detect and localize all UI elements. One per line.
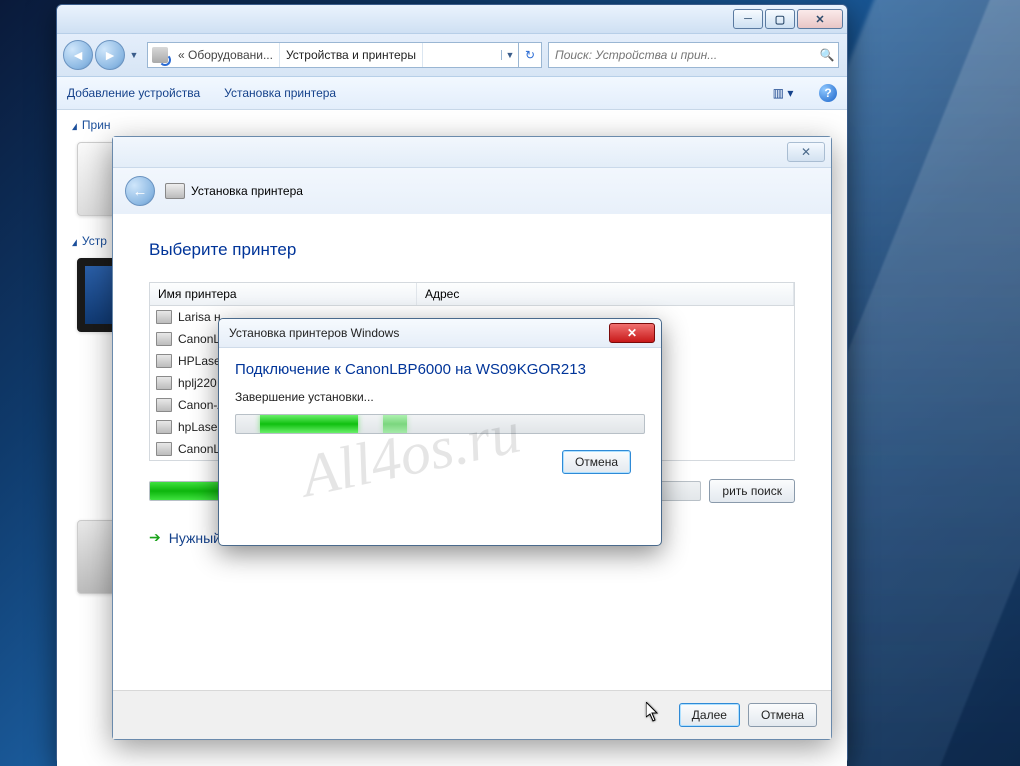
- grid-cell-name: CanonL: [178, 332, 220, 346]
- printer-row-icon: [156, 398, 172, 412]
- printer-row-icon: [156, 310, 172, 324]
- minimize-button[interactable]: ─: [733, 9, 763, 29]
- column-address[interactable]: Адрес: [417, 283, 794, 305]
- help-icon[interactable]: ?: [819, 84, 837, 102]
- progress-title-text: Установка принтеров Windows: [229, 326, 399, 340]
- wizard-title-text: Установка принтера: [191, 184, 303, 198]
- breadcrumb-seg-hardware[interactable]: « Оборудовани...: [172, 43, 280, 67]
- nav-history-dropdown[interactable]: ▼: [127, 41, 141, 69]
- progress-body: Подключение к CanonLBP6000 на WS09KGOR21…: [219, 348, 661, 474]
- refresh-button[interactable]: ↻: [519, 42, 542, 68]
- wizard-back-button[interactable]: ←: [125, 176, 155, 206]
- breadcrumb-seg-devices[interactable]: Устройства и принтеры: [280, 43, 423, 67]
- wizard-footer: Далее Отмена: [113, 690, 831, 739]
- progress-titlebar[interactable]: Установка принтеров Windows ✕: [219, 319, 661, 348]
- explorer-search[interactable]: 🔍: [548, 42, 839, 68]
- printer-row-icon: [156, 332, 172, 346]
- search-input[interactable]: [549, 48, 816, 62]
- wizard-heading: Выберите принтер: [149, 240, 795, 260]
- column-name[interactable]: Имя принтера: [150, 283, 417, 305]
- grid-cell-name: Larisa н: [178, 310, 221, 324]
- explorer-nav-row: ◄ ► ▼ « Оборудовани... Устройства и прин…: [57, 34, 847, 77]
- devices-icon: [152, 47, 168, 63]
- install-progress-dialog: Установка принтеров Windows ✕ Подключени…: [218, 318, 662, 546]
- grid-header: Имя принтера Адрес: [150, 283, 794, 306]
- printer-icon: [165, 183, 185, 199]
- progress-bar: [235, 414, 645, 434]
- toolbar-add-printer[interactable]: Установка принтера: [224, 86, 336, 100]
- breadcrumb-label: Устройства и принтеры: [286, 48, 416, 62]
- wizard-titlebar[interactable]: ✕: [113, 137, 831, 168]
- wizard-close-button[interactable]: ✕: [787, 142, 825, 162]
- progress-status: Завершение установки...: [235, 390, 645, 404]
- printer-row-icon: [156, 376, 172, 390]
- printer-row-icon: [156, 420, 172, 434]
- maximize-button[interactable]: ▢: [765, 9, 795, 29]
- printer-row-icon: [156, 442, 172, 456]
- nav-forward-button[interactable]: ►: [95, 40, 125, 70]
- grid-cell-name: hpLaser: [178, 420, 221, 434]
- next-button[interactable]: Далее: [679, 703, 740, 727]
- search-icon[interactable]: 🔍: [816, 48, 838, 62]
- section-printers-header[interactable]: Прин: [71, 118, 833, 132]
- arrow-right-icon: ➔: [149, 529, 161, 546]
- explorer-toolbar: Добавление устройства Установка принтера…: [57, 77, 847, 110]
- cancel-button[interactable]: Отмена: [748, 703, 817, 727]
- progress-close-button[interactable]: ✕: [609, 323, 655, 343]
- grid-cell-name: CanonL: [178, 442, 220, 456]
- progress-cancel-button[interactable]: Отмена: [562, 450, 631, 474]
- close-button[interactable]: ✕: [797, 9, 843, 29]
- view-options-button[interactable]: ▥ ▾: [771, 82, 795, 104]
- grid-cell-name: hplj220: [178, 376, 217, 390]
- address-breadcrumb[interactable]: « Оборудовани... Устройства и принтеры ▼: [147, 42, 519, 68]
- search-again-button[interactable]: рить поиск: [709, 479, 795, 503]
- breadcrumb-dropdown[interactable]: ▼: [501, 50, 518, 60]
- nav-back-button[interactable]: ◄: [63, 40, 93, 70]
- printer-row-icon: [156, 354, 172, 368]
- wizard-header: ← Установка принтера: [113, 168, 831, 214]
- progress-heading: Подключение к CanonLBP6000 на WS09KGOR21…: [235, 360, 645, 380]
- toolbar-add-device[interactable]: Добавление устройства: [67, 86, 200, 100]
- explorer-titlebar[interactable]: ─ ▢ ✕: [57, 5, 847, 34]
